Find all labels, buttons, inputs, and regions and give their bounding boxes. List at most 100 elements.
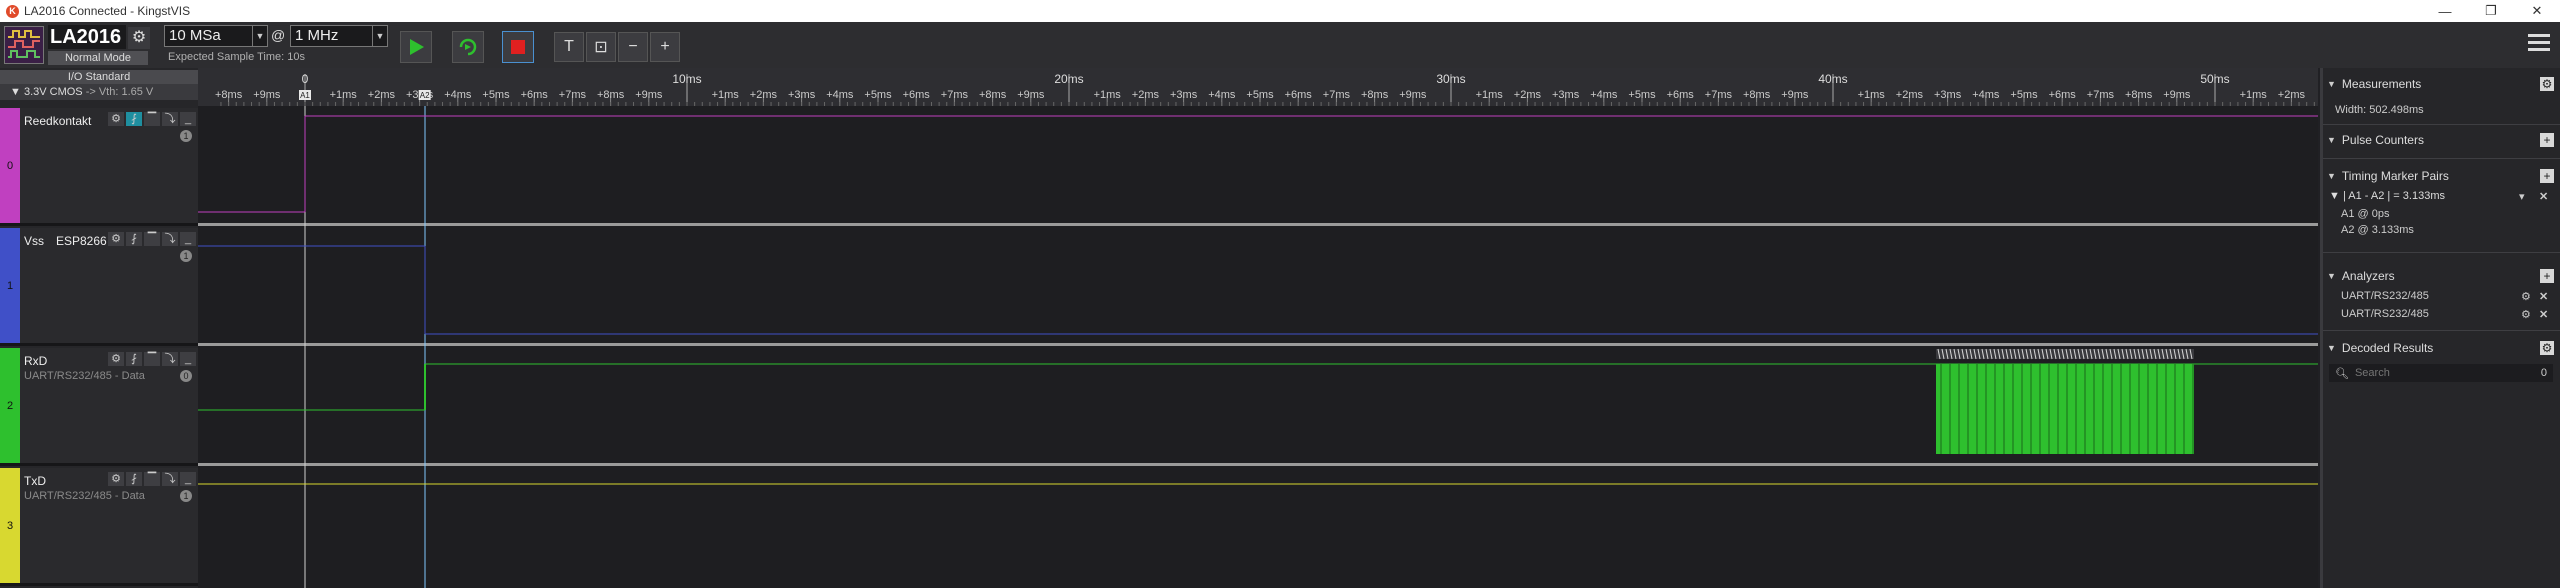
ruler-minor-label: +1ms <box>712 89 740 101</box>
channel-panel: I/O Standard ▼ 3.3V CMOS -> Vth: 1.65 V … <box>0 68 198 588</box>
channel-color-strip[interactable]: 2 <box>0 348 20 463</box>
channel-number: 2 <box>7 400 14 412</box>
zoom-fit-button[interactable]: ⊡ <box>586 32 616 62</box>
hamburger-menu-icon[interactable] <box>2528 34 2550 52</box>
time-ruler[interactable]: 0 10ms 20ms 30ms 40ms 50ms +8ms +9ms +1ms +2ms +3m… <box>198 68 2318 107</box>
channel-row[interactable]: 1 Vss ESP8266 ⚙ ⨏ ▔ ⤵ _ 1 <box>0 228 198 346</box>
divider <box>2323 252 2560 253</box>
start-button[interactable] <box>400 31 432 63</box>
chevron-down-icon: ▼ <box>372 26 387 46</box>
sample-depth-select[interactable]: 10 MSa ▼ <box>164 25 268 47</box>
triangle-down-icon: ▼ <box>2327 343 2336 353</box>
device-mode[interactable]: Normal Mode <box>48 51 148 65</box>
sample-rate-select[interactable]: 1 MHz ▼ <box>290 25 388 47</box>
zoom-fit-icon: ⊡ <box>594 39 608 56</box>
timing-pair-label: | A1 - A2 | = 3.133ms <box>2342 190 2445 202</box>
ruler-minor-label: +5ms <box>864 89 892 101</box>
timing-markers-header[interactable]: ▼ Timing Marker Pairs <box>2327 166 2557 186</box>
waveform-area[interactable] <box>198 106 2318 588</box>
measurement-width: Width: 502.498ms <box>2335 104 2424 116</box>
analyzers-title: Analyzers <box>2341 269 2395 283</box>
channel-name[interactable]: Reedkontakt <box>24 114 91 128</box>
pulse-counters-header[interactable]: ▼ Pulse Counters <box>2327 130 2557 150</box>
channel-color-strip[interactable]: 0 <box>0 108 20 223</box>
channel-tool-button[interactable]: ▔ <box>144 112 160 126</box>
decoded-results-settings-gear-icon[interactable]: ⚙ <box>2540 341 2554 355</box>
ruler-minor-label: +9ms <box>1781 89 1809 101</box>
remove-analyzer-close-icon[interactable]: ✕ <box>2539 308 2548 321</box>
ruler-minor-label: +4ms <box>826 89 854 101</box>
ruler-minor-label: +6ms <box>521 89 549 101</box>
channel-tool-button[interactable]: ⚙ <box>108 232 124 246</box>
channel-tools: ⚙ ⨏ ▔ ⤵ _ <box>108 232 198 246</box>
channel-tool-button[interactable]: ⨏ <box>126 232 142 246</box>
channel-separator <box>198 223 2318 226</box>
measurements-settings-gear-icon[interactable]: ⚙ <box>2540 77 2554 91</box>
pin-icon[interactable]: ▾ <box>2519 190 2525 203</box>
analyzer-settings-gear-icon[interactable]: ⚙ <box>2521 308 2531 321</box>
ruler-minor-label: +1ms <box>2240 89 2268 101</box>
analyzers-header[interactable]: ▼ Analyzers <box>2327 266 2557 286</box>
at-sign: @ <box>271 27 286 43</box>
zoom-in-button[interactable]: + <box>650 32 680 62</box>
decoded-results-title: Decoded Results <box>2341 341 2434 355</box>
ruler-minor-label: +2ms <box>1132 89 1160 101</box>
single-capture-button[interactable] <box>452 31 484 63</box>
channel-tool-button[interactable]: ⨏ <box>126 472 142 486</box>
channel-row[interactable]: 3 TxD UART/RS232/485 - Data ⚙ ⨏ ▔ ⤵ _ 1 <box>0 468 198 586</box>
channel-tool-button[interactable]: ▔ <box>144 232 160 246</box>
channel-tool-button[interactable]: ⨏ <box>126 112 142 126</box>
device-waveform-icon[interactable] <box>4 26 44 64</box>
channel-tool-button[interactable]: ⚙ <box>108 352 124 366</box>
io-standard-header[interactable]: I/O Standard ▼ 3.3V CMOS -> Vth: 1.65 V <box>0 70 198 100</box>
channel-tool-button[interactable]: ⚙ <box>108 112 124 126</box>
channel-tool-button[interactable]: ⨏ <box>126 352 142 366</box>
zoom-out-button[interactable]: − <box>618 32 648 62</box>
channel-tool-button[interactable]: ⤵ <box>162 352 178 366</box>
measurements-header[interactable]: ▼ Measurements <box>2327 74 2557 94</box>
decoded-search-input[interactable] <box>2352 366 2537 380</box>
device-name[interactable]: LA2016 <box>48 25 126 49</box>
ruler-minor-label: +7ms <box>1705 89 1733 101</box>
play-icon <box>410 39 424 55</box>
channel-name[interactable]: RxD <box>24 354 47 368</box>
ruler-minor-label: +6ms <box>2049 89 2077 101</box>
channel-color-strip[interactable]: 3 <box>0 468 20 583</box>
channel-tool-button[interactable]: ⤵ <box>162 112 178 126</box>
minimize-button[interactable]: — <box>2422 0 2468 22</box>
channel-tool-button[interactable]: ⤵ <box>162 232 178 246</box>
stop-button[interactable] <box>502 31 534 63</box>
channel-tool-button[interactable]: ⤵ <box>162 472 178 486</box>
channel-tool-button[interactable]: ▔ <box>144 352 160 366</box>
channel-tool-button[interactable]: _ <box>180 232 196 246</box>
text-tool-button[interactable]: T <box>554 32 584 62</box>
ruler-minor-label: +8ms <box>597 89 625 101</box>
channel-row[interactable]: 2 RxD UART/RS232/485 - Data ⚙ ⨏ ▔ ⤵ _ 0 <box>0 348 198 466</box>
channel-tool-button[interactable]: ⚙ <box>108 472 124 486</box>
close-button[interactable]: ✕ <box>2514 0 2560 22</box>
channel-tools: ⚙ ⨏ ▔ ⤵ _ <box>108 352 198 366</box>
timing-pair[interactable]: ▼ | A1 - A2 | = 3.133ms <box>2329 190 2445 202</box>
decoded-results-header[interactable]: ▼ Decoded Results <box>2327 338 2557 358</box>
timing-markers-title: Timing Marker Pairs <box>2341 169 2449 183</box>
device-settings-gear-icon[interactable]: ⚙ <box>128 27 150 49</box>
channel-color-strip[interactable]: 1 <box>0 228 20 343</box>
channel-tool-button[interactable]: _ <box>180 472 196 486</box>
repeat-icon <box>459 38 477 56</box>
remove-analyzer-close-icon[interactable]: ✕ <box>2539 290 2548 303</box>
ruler-minor-label: +7ms <box>1323 89 1351 101</box>
channel-name[interactable]: Vss <box>24 234 44 248</box>
channel-row[interactable]: 0 Reedkontakt ⚙ ⨏ ▔ ⤵ _ 1 <box>0 108 198 226</box>
add-analyzer-button[interactable]: + <box>2540 269 2554 283</box>
add-pulse-counter-button[interactable]: + <box>2540 133 2554 147</box>
channel-tool-button[interactable]: _ <box>180 352 196 366</box>
maximize-button[interactable]: ❐ <box>2468 0 2514 22</box>
channel-tool-button[interactable]: _ <box>180 112 196 126</box>
channel-tool-button[interactable]: ▔ <box>144 472 160 486</box>
remove-timing-pair-close-icon[interactable]: ✕ <box>2539 190 2548 203</box>
add-timing-marker-button[interactable]: + <box>2540 169 2554 183</box>
analyzer-settings-gear-icon[interactable]: ⚙ <box>2521 290 2531 303</box>
channel-name[interactable]: TxD <box>24 474 46 488</box>
io-standard-value: ▼ 3.3V CMOS -> Vth: 1.65 V <box>10 86 153 98</box>
channel-badge: 0 <box>180 370 192 382</box>
